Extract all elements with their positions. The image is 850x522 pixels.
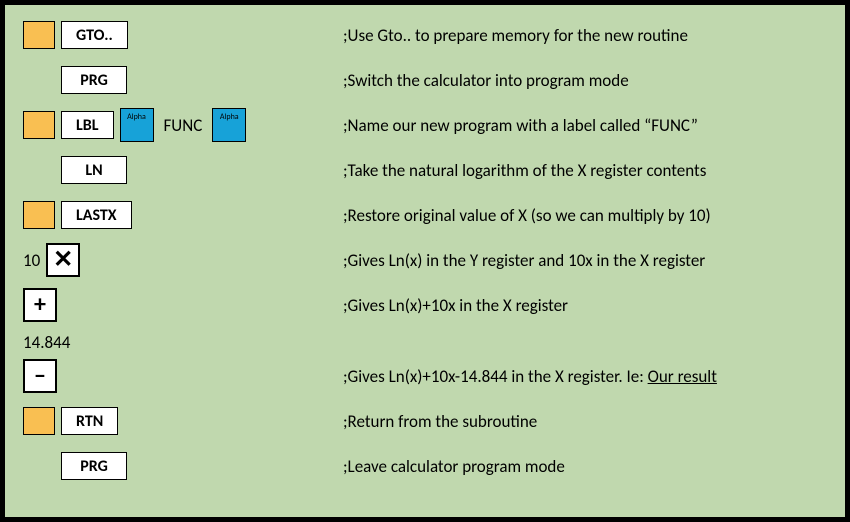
step-row: PRG ;Leave calculator program mode [23,446,827,486]
step-row: 14.844 [23,330,827,354]
step-comment: ;Restore original value of X (so we can … [343,205,711,226]
plus-key: + [23,288,57,322]
step-row: PRG ;Switch the calculator into program … [23,60,827,100]
key-sequence: PRG [23,66,343,94]
multiply-key: ✕ [46,243,80,277]
shift-key [23,21,55,49]
key-sequence: PRG [23,452,343,480]
shift-key [23,201,55,229]
step-row: LBL Alpha FUNC Alpha ;Name our new progr… [23,105,827,145]
shift-key [23,407,55,435]
rtn-key: RTN [61,407,118,435]
alpha-key: Alpha [212,108,246,142]
comment-text: ;Gives Ln(x)+10x-14.844 in the X registe… [343,366,648,387]
lastx-key: LASTX [61,201,132,229]
key-sequence: RTN [23,407,343,435]
step-row: ‒ ;Gives Ln(x)+10x-14.844 in the X regis… [23,356,827,396]
key-sequence: + [23,288,343,322]
lbl-key: LBL [61,111,114,139]
key-sequence: LBL Alpha FUNC Alpha [23,108,343,142]
step-comment: ;Return from the subroutine [343,411,537,432]
program-listing-frame: GTO.. ;Use Gto.. to prepare memory for t… [0,0,850,522]
key-sequence: LASTX [23,201,343,229]
ln-key: LN [61,156,127,184]
shift-key [23,111,55,139]
step-comment: ;Take the natural logarithm of the X reg… [343,160,706,181]
key-sequence: ‒ [23,359,343,393]
alpha-key: Alpha [120,108,154,142]
func-label: FUNC [160,115,207,136]
prg-key: PRG [61,452,127,480]
step-comment: ;Gives Ln(x)+10x-14.844 in the X registe… [343,366,717,387]
step-comment: ;Name our new program with a label calle… [343,115,698,136]
step-row: GTO.. ;Use Gto.. to prepare memory for t… [23,15,827,55]
step-comment: ;Gives Ln(x) in the Y register and 10x i… [343,250,705,271]
numeric-entry: 10 [23,250,40,271]
step-comment: ;Switch the calculator into program mode [343,70,629,91]
key-sequence: 10 ✕ [23,243,343,277]
key-sequence: 14.844 [23,332,343,353]
key-sequence: GTO.. [23,21,343,49]
minus-key: ‒ [23,359,57,393]
step-comment: ;Leave calculator program mode [343,456,565,477]
key-sequence: LN [23,156,343,184]
numeric-entry: 14.844 [23,332,70,353]
step-row: LASTX ;Restore original value of X (so w… [23,195,827,235]
comment-emphasis: Our result [648,366,717,387]
gto-key: GTO.. [61,21,128,49]
step-row: RTN ;Return from the subroutine [23,401,827,441]
step-comment: ;Use Gto.. to prepare memory for the new… [343,25,688,46]
step-row: LN ;Take the natural logarithm of the X … [23,150,827,190]
step-row: + ;Gives Ln(x)+10x in the X register [23,285,827,325]
step-comment: ;Gives Ln(x)+10x in the X register [343,295,568,316]
step-row: 10 ✕ ;Gives Ln(x) in the Y register and … [23,240,827,280]
prg-key: PRG [61,66,127,94]
